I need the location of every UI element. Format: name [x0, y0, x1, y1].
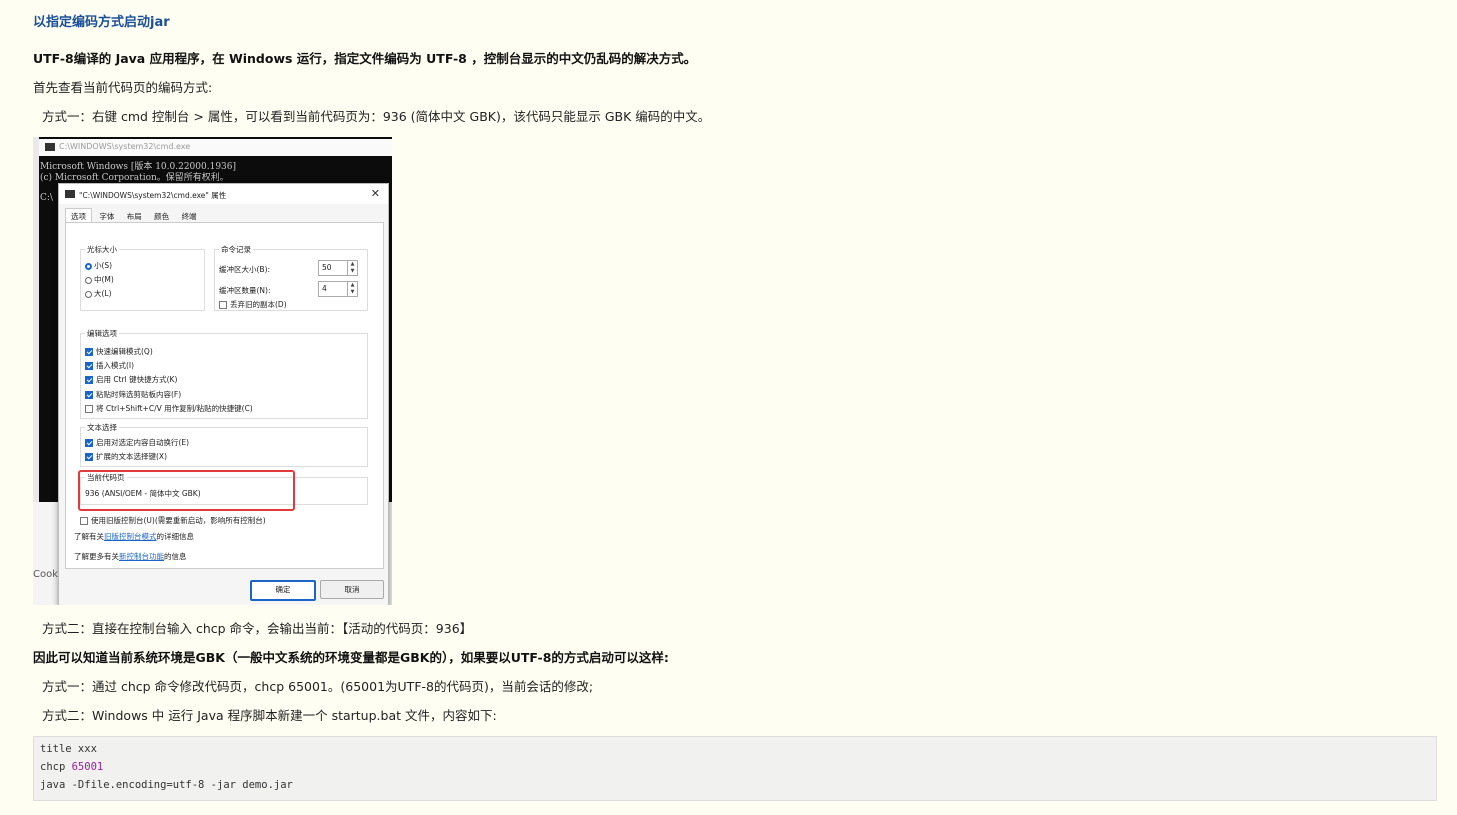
- legacy-mode-link[interactable]: 旧版控制台模式: [104, 532, 157, 541]
- close-icon[interactable]: ✕: [371, 187, 380, 200]
- cmd-prompt: C:\: [40, 193, 53, 203]
- buffer-size-label: 缓冲区大小(B):: [219, 265, 271, 274]
- code-line: title xxx: [40, 743, 97, 755]
- checkbox[interactable]: [80, 517, 88, 525]
- edit-option-label: 启用 Ctrl 键快捷方式(K): [96, 375, 178, 384]
- new-console-link[interactable]: 新控制台功能: [119, 552, 164, 561]
- cursor-size-label: 光标大小: [85, 244, 119, 255]
- background-strip: [33, 502, 59, 605]
- checkbox[interactable]: [85, 453, 93, 461]
- edit-option-item[interactable]: 快速编辑模式(Q): [85, 346, 153, 357]
- edit-option-label: 插入模式(I): [96, 361, 135, 370]
- edit-option-label: 粘贴时筛选剪贴板内容(F): [96, 390, 182, 399]
- dialog-tabs: 选项 字体 布局 颜色 终端: [65, 208, 202, 224]
- method2-text: 方式二：直接在控制台输入 chcp 命令，会输出当前：【活动的代码页：936】: [42, 621, 473, 636]
- cursor-size-group: 光标大小 小(S) 中(M) 大(L): [80, 244, 205, 311]
- code-block: title xxx chcp 65001 java -Dfile.encodin…: [33, 736, 1437, 801]
- checkbox[interactable]: [85, 362, 93, 370]
- radio-button[interactable]: [85, 276, 92, 284]
- buffer-count-value: 4: [322, 284, 327, 293]
- options-panel: 光标大小 小(S) 中(M) 大(L) 命令记录 缓冲区大小(B): 50 ▲ …: [65, 222, 384, 569]
- learn-legacy-prefix: 了解有关: [74, 532, 104, 541]
- checkbox[interactable]: [85, 405, 93, 413]
- article-title: 以指定编码方式启动jar: [33, 15, 170, 30]
- learn-new-text: 了解更多有关新控制台功能的信息: [74, 551, 187, 562]
- cancel-button[interactable]: 取消: [320, 580, 384, 599]
- legacy-console-option[interactable]: 使用旧版控制台(U)(需要重新启动，影响所有控制台): [80, 515, 266, 526]
- checkbox[interactable]: [85, 439, 93, 447]
- radio-small[interactable]: 小(S): [85, 260, 112, 271]
- code-line: chcp 65001: [40, 761, 103, 773]
- cooki-text: Cooki: [33, 569, 61, 580]
- checkbox[interactable]: [219, 301, 227, 309]
- text-selection-group: 文本选择 启用对选定内容自动换行(E) 扩展的文本选择键(X): [80, 422, 368, 467]
- radio-medium[interactable]: 中(M): [85, 274, 114, 285]
- cmd-title-text: C:\WINDOWS\system32\cmd.exe: [59, 142, 191, 151]
- radio-button[interactable]: [85, 262, 92, 270]
- stepper-arrows-icon[interactable]: ▲ ▼: [347, 261, 357, 275]
- cmd-icon: [45, 143, 55, 151]
- codepage-highlight: [78, 470, 295, 511]
- discard-duplicates-label: 丢弃旧的副本(D): [230, 300, 287, 309]
- text-select-item[interactable]: 扩展的文本选择键(X): [85, 451, 167, 462]
- learn-legacy-text: 了解有关旧版控制台模式的详细信息: [74, 531, 194, 542]
- radio-large[interactable]: 大(L): [85, 288, 112, 299]
- edit-option-label: 将 Ctrl+Shift+C/V 用作复制/粘贴的快捷键(C): [96, 404, 253, 413]
- intro-text: 首先查看当前代码页的编码方式:: [33, 80, 213, 95]
- legacy-console-label: 使用旧版控制台(U)(需要重新启动，影响所有控制台): [91, 516, 266, 525]
- properties-dialog: "C:\WINDOWS\system32\cmd.exe" 属性 ✕ 选项 字体…: [58, 183, 389, 605]
- checkbox[interactable]: [85, 348, 93, 356]
- radio-small-label: 小(S): [94, 261, 113, 270]
- text-select-label: 扩展的文本选择键(X): [96, 452, 167, 461]
- checkbox[interactable]: [85, 391, 93, 399]
- discard-duplicates-option[interactable]: 丢弃旧的副本(D): [219, 299, 287, 310]
- command-history-group: 命令记录 缓冲区大小(B): 50 ▲ ▼ 缓冲区数量(N): 4 ▲ ▼ 丢弃旧的…: [214, 244, 368, 311]
- cmd-titlebar: C:\WINDOWS\system32\cmd.exe: [39, 139, 392, 156]
- buffer-size-stepper[interactable]: 50 ▲ ▼: [318, 260, 358, 276]
- radio-large-label: 大(L): [94, 289, 112, 298]
- text-select-label: 启用对选定内容自动换行(E): [96, 438, 190, 447]
- edit-option-item[interactable]: 启用 Ctrl 键快捷方式(K): [85, 374, 177, 385]
- dialog-titlebar: "C:\WINDOWS\system32\cmd.exe" 属性 ✕: [59, 184, 388, 204]
- code-number: 65001: [71, 761, 104, 773]
- code-line: java -Dfile.encoding=utf-8 -jar demo.jar: [40, 779, 293, 791]
- ok-button[interactable]: 确定: [250, 580, 316, 601]
- article-page: 以指定编码方式启动jar UTF-8编译的 Java 应用程序，在 Window…: [0, 0, 1457, 815]
- command-history-label: 命令记录: [219, 244, 253, 255]
- edit-option-item[interactable]: 将 Ctrl+Shift+C/V 用作复制/粘贴的快捷键(C): [85, 403, 253, 414]
- buffer-count-stepper[interactable]: 4 ▲ ▼: [318, 281, 358, 297]
- cmd-icon: [65, 190, 75, 198]
- article-heading: UTF-8编译的 Java 应用程序，在 Windows 运行，指定文件编码为 …: [33, 51, 697, 66]
- dialog-title: "C:\WINDOWS\system32\cmd.exe" 属性: [79, 191, 227, 200]
- learn-new-suffix: 的信息: [164, 552, 187, 561]
- edit-option-label: 快速编辑模式(Q): [96, 347, 153, 356]
- radio-medium-label: 中(M): [94, 275, 114, 284]
- edit-option-item[interactable]: 粘贴时筛选剪贴板内容(F): [85, 389, 181, 400]
- solution2-text: 方式二：Windows 中 运行 Java 程序脚本新建一个 startup.b…: [42, 708, 497, 723]
- buffer-size-value: 50: [322, 263, 332, 272]
- cmd-output-line: (c) Microsoft Corporation。保留所有权利。: [40, 173, 229, 183]
- edit-options-label: 编辑选项: [85, 328, 119, 339]
- edit-options-group: 编辑选项 快速编辑模式(Q) 插入模式(I) 启用 Ctrl 键快捷方式(K) …: [80, 328, 368, 419]
- buffer-count-label: 缓冲区数量(N):: [219, 286, 271, 295]
- method1-text: 方式一：右键 cmd 控制台 > 属性，可以看到当前代码页为：936 (简体中文…: [42, 109, 711, 124]
- conclusion-text: 因此可以知道当前系统环境是GBK（一般中文系统的环境变量都是GBK的），如果要以…: [33, 650, 669, 665]
- stepper-arrows-icon[interactable]: ▲ ▼: [347, 282, 357, 296]
- code-command: chcp: [40, 761, 72, 773]
- edit-option-item[interactable]: 插入模式(I): [85, 360, 134, 371]
- learn-legacy-suffix: 的详细信息: [156, 532, 195, 541]
- checkbox[interactable]: [85, 376, 93, 384]
- radio-button[interactable]: [85, 290, 92, 298]
- solution1-text: 方式一：通过 chcp 命令修改代码页，chcp 65001。(65001为UT…: [42, 679, 594, 694]
- learn-new-prefix: 了解更多有关: [74, 552, 119, 561]
- text-selection-label: 文本选择: [85, 422, 119, 433]
- cmd-properties-screenshot: C:\WINDOWS\system32\cmd.exe Microsoft Wi…: [33, 137, 392, 605]
- text-select-item[interactable]: 启用对选定内容自动换行(E): [85, 437, 189, 448]
